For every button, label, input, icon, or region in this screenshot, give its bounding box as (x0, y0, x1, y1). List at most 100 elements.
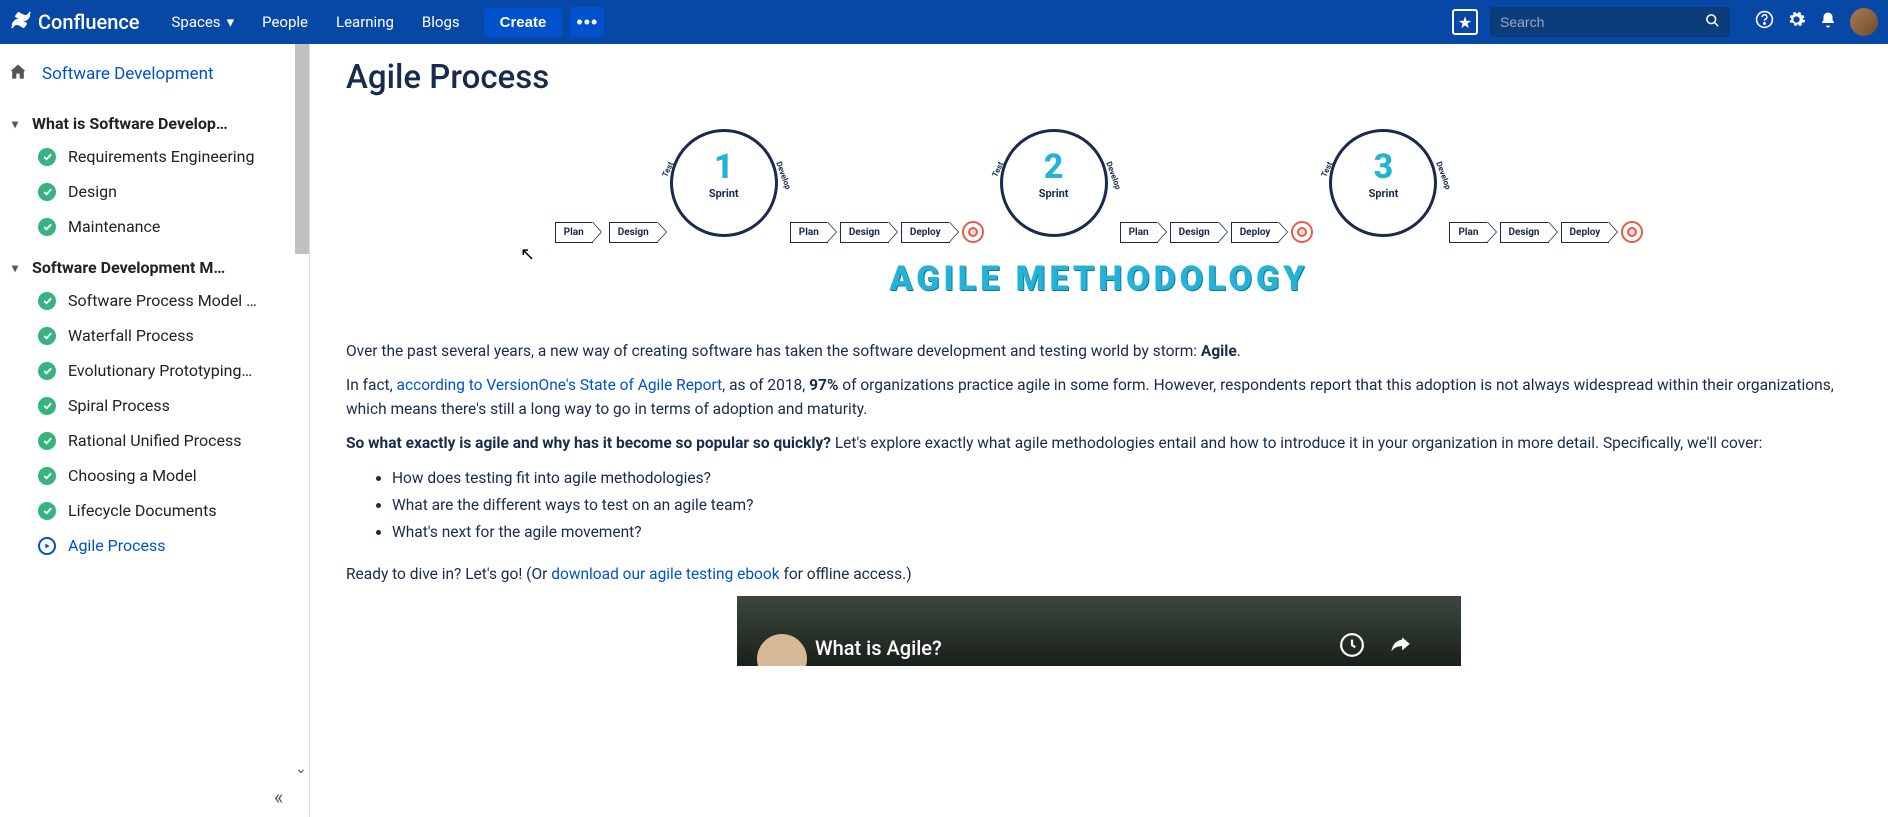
section-label: What is Software Develop… (32, 114, 228, 133)
chevron-down-icon: ▾ (8, 261, 22, 275)
nav-people[interactable]: People (248, 0, 322, 44)
nav-learning-label: Learning (336, 13, 394, 31)
check-circle-icon (38, 183, 56, 201)
text: In fact, (346, 376, 397, 394)
product-logo[interactable]: Confluence (10, 9, 140, 36)
tree-page-item[interactable]: Agile Process (38, 528, 297, 563)
sprint-steps: Plan Design Deploy (1120, 221, 1314, 243)
step-design: Design (1500, 222, 1549, 243)
paragraph: So what exactly is agile and why has it … (346, 431, 1852, 455)
watch-later-icon[interactable] (1339, 632, 1365, 662)
nav-blogs[interactable]: Blogs (408, 0, 474, 44)
check-circle-icon (38, 148, 56, 166)
target-icon (1621, 221, 1643, 243)
check-circle-icon (38, 362, 56, 380)
notifications-button[interactable] (1812, 6, 1844, 38)
video-embed[interactable]: What is Agile? (737, 596, 1461, 666)
download-link[interactable]: download our agile testing ebook (551, 565, 779, 583)
search-input[interactable] (1500, 14, 1705, 30)
step-design: Design (609, 222, 658, 243)
tree-page-label: Agile Process (68, 536, 166, 555)
text: , as of 2018, (722, 376, 809, 394)
tree-page-item[interactable]: Spiral Process (38, 388, 297, 423)
target-icon (962, 221, 984, 243)
bullet-list: How does testing fit into agile methodol… (392, 465, 1852, 546)
tree-page-item[interactable]: Design (38, 174, 297, 209)
text: . (1237, 342, 1241, 360)
tree-page-item[interactable]: Waterfall Process (38, 318, 297, 353)
space-link[interactable]: Software Development (42, 64, 214, 84)
paragraph: Ready to dive in? Let's go! (Or download… (346, 562, 1852, 586)
play-circle-icon (38, 537, 56, 555)
tree-page-label: Rational Unified Process (68, 431, 242, 450)
star-icon: ★ (1458, 13, 1472, 32)
step-deploy: Deploy (1231, 222, 1280, 243)
nav-learning[interactable]: Learning (322, 0, 408, 44)
hero-title: AGILE METHODOLOGY (890, 259, 1309, 299)
sprint-block: 3SprintTestDevelopPlanDesignDeploy (1323, 123, 1643, 243)
chevron-down-icon: ▾ (227, 13, 235, 31)
step-plan: Plan (1120, 222, 1158, 243)
tree-page-label: Waterfall Process (68, 326, 194, 345)
home-icon[interactable] (8, 62, 28, 86)
target-icon (1291, 221, 1313, 243)
sprint-number: 1 (664, 147, 784, 187)
product-name: Confluence (38, 10, 140, 34)
tree-page-label: Maintenance (68, 217, 160, 236)
primary-nav: Spaces ▾ People Learning Blogs (158, 0, 474, 44)
sprint-cycle: 1SprintTestDevelop (664, 123, 784, 243)
user-avatar[interactable] (1850, 8, 1878, 36)
search-icon (1705, 13, 1720, 32)
text-bold: Agile (1201, 342, 1237, 360)
search-box[interactable] (1490, 7, 1730, 37)
page-title: Agile Process (346, 58, 1852, 97)
tree-page-label: Evolutionary Prototyping… (68, 361, 252, 380)
create-button[interactable]: Create (484, 8, 563, 37)
tree-page-label: Software Process Model … (68, 291, 257, 310)
paragraph: Over the past several years, a new way o… (346, 339, 1852, 363)
tree-page-item[interactable]: Evolutionary Prototyping… (38, 353, 297, 388)
share-icon[interactable] (1387, 632, 1413, 662)
check-circle-icon (38, 218, 56, 236)
sprint-block: PlanDesign1SprintTestDevelopPlanDesignDe… (555, 123, 984, 243)
step-design: Design (1170, 222, 1219, 243)
section-label: Software Development M… (32, 258, 225, 277)
text: Over the past several years, a new way o… (346, 342, 1201, 360)
external-link[interactable]: according to VersionOne's State of Agile… (397, 376, 723, 394)
tree-page-item[interactable]: Rational Unified Process (38, 423, 297, 458)
tree-page-item[interactable]: Lifecycle Documents (38, 493, 297, 528)
sprint-label: Sprint (664, 187, 784, 200)
tree-page-item[interactable]: Software Process Model … (38, 283, 297, 318)
nav-spaces[interactable]: Spaces ▾ (158, 0, 249, 44)
step-design: Design (840, 222, 889, 243)
confluence-icon (10, 9, 32, 36)
nav-blogs-label: Blogs (422, 13, 460, 31)
help-button[interactable] (1748, 6, 1780, 38)
hero-diagram: Plan Design 1SprintTestDevelop Plan Design De… (346, 123, 1852, 299)
page-tree-sidebar: ▲ Software Development ▾ What is Softwar… (0, 44, 310, 817)
check-circle-icon (38, 292, 56, 310)
tree-page-item[interactable]: Maintenance (38, 209, 297, 244)
scrollbar-thumb[interactable] (295, 44, 310, 254)
text: Ready to dive in? Let's go! (Or (346, 565, 551, 583)
bell-icon (1819, 11, 1837, 34)
tree-section-models[interactable]: ▾ Software Development M… (8, 258, 297, 277)
tree-section-what-is[interactable]: ▾ What is Software Develop… (8, 114, 297, 133)
step-deploy: Deploy (901, 222, 950, 243)
video-title: What is Agile? (815, 636, 942, 660)
sprint-label: Sprint (994, 187, 1114, 200)
step-plan: Plan (555, 222, 593, 243)
text: for offline access.) (780, 565, 912, 583)
paragraph: In fact, according to VersionOne's State… (346, 373, 1852, 421)
step-plan: Plan (1449, 222, 1487, 243)
tree-page-item[interactable]: Requirements Engineering (38, 139, 297, 174)
chevron-down-icon[interactable]: ⌄ (295, 761, 307, 777)
collapse-sidebar-button[interactable]: « (274, 785, 283, 809)
tree-page-item[interactable]: Choosing a Model (38, 458, 297, 493)
sprint-cycle: 3SprintTestDevelop (1323, 123, 1443, 243)
more-actions-button[interactable]: ••• (570, 7, 604, 37)
settings-button[interactable] (1780, 6, 1812, 38)
check-circle-icon (38, 467, 56, 485)
bullet-item: What's next for the agile movement? (392, 519, 1852, 546)
favorite-button[interactable]: ★ (1452, 9, 1478, 35)
